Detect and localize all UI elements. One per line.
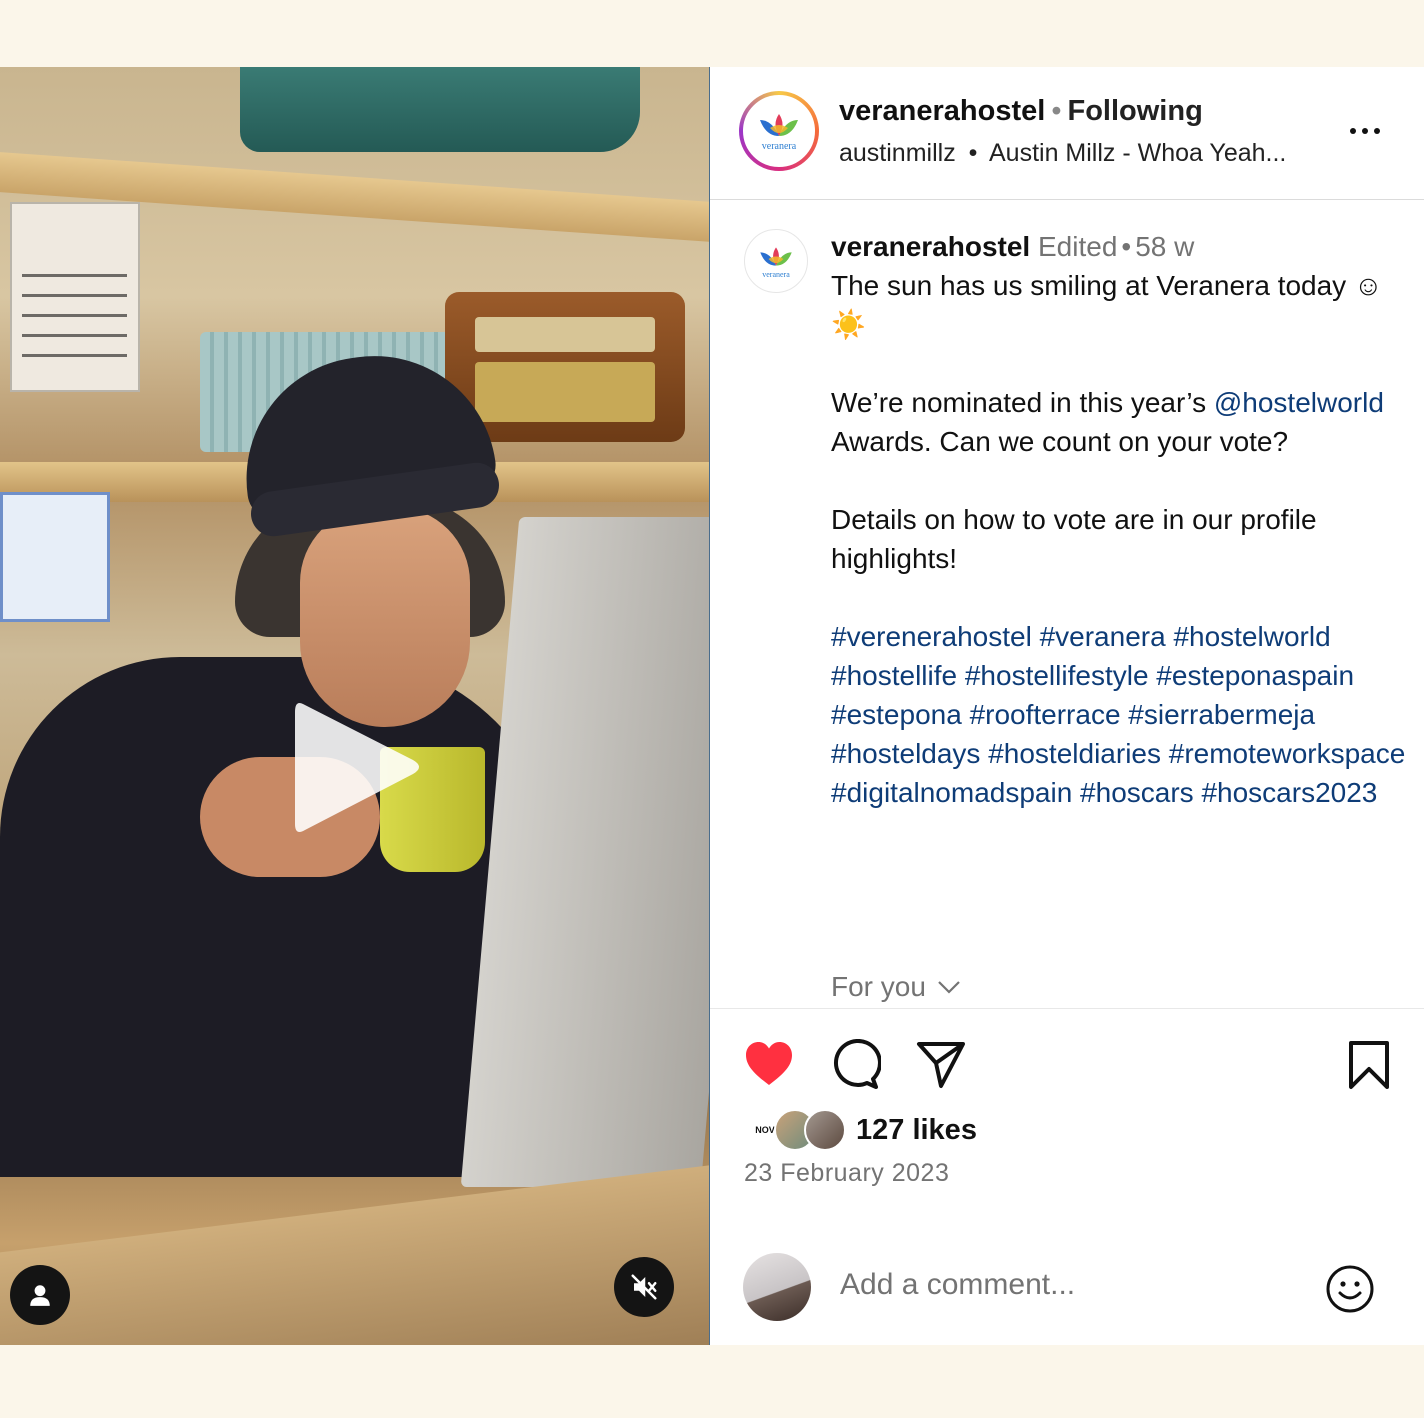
- audio-track-link[interactable]: Austin Millz - Whoa Yeah...: [989, 139, 1286, 167]
- header-title: veranerahostel • Following: [839, 95, 1203, 128]
- instagram-post: veranera veranerahostel • Following austin…: [0, 67, 1424, 1345]
- veranera-logo-icon: [760, 114, 798, 136]
- audio-attribution: austinmillz • Austin Millz - Whoa Yeah..…: [839, 139, 1286, 168]
- tagged-users-button[interactable]: [10, 1265, 70, 1325]
- post-actions: NOV 127 likes 23 February 2023: [710, 1009, 1424, 1345]
- caption-dot: •: [1121, 231, 1132, 262]
- caption-line-2: We’re nominated in this year’s @hostelwo…: [831, 383, 1406, 461]
- liker-avatar: [804, 1109, 846, 1151]
- post-header: veranera veranerahostel • Following austin…: [710, 67, 1424, 200]
- smiley-icon[interactable]: [1324, 1263, 1376, 1315]
- comment-bar: [710, 1249, 1424, 1345]
- separator: •: [1051, 95, 1062, 127]
- post-age[interactable]: 58 w: [1135, 231, 1194, 262]
- post-details-panel: veranera veranerahostel • Following austin…: [710, 67, 1424, 1345]
- caption-line-3: Details on how to vote are in our profil…: [831, 504, 1317, 574]
- bookmark-icon[interactable]: [1343, 1039, 1395, 1091]
- mute-toggle-button[interactable]: [614, 1257, 674, 1317]
- user-icon: [30, 1285, 50, 1306]
- username-link[interactable]: veranerahostel: [839, 95, 1045, 127]
- veranera-logo-icon: [760, 246, 792, 266]
- heart-filled-icon[interactable]: [743, 1039, 795, 1091]
- comment-input[interactable]: [840, 1263, 1290, 1307]
- following-button[interactable]: Following: [1067, 95, 1202, 127]
- chevron-down-icon: [938, 981, 960, 994]
- for-you-toggle[interactable]: For you: [831, 971, 962, 1003]
- caption-line-2-start: We’re nominated in this year’s: [831, 387, 1207, 418]
- current-user-avatar: [743, 1253, 811, 1321]
- caption-text: veranerahostel Edited • 58 w The sun has u…: [831, 227, 1406, 812]
- more-horizontal-icon: [1350, 128, 1356, 134]
- logo-text: veranera: [761, 141, 797, 152]
- play-icon[interactable]: [285, 692, 435, 842]
- likes-count[interactable]: 127 likes: [856, 1114, 977, 1147]
- audio-separator: •: [968, 139, 978, 167]
- audio-artist-link[interactable]: austinmillz: [839, 139, 956, 167]
- hashtags[interactable]: #verenerahostel #veranera #hostelworld #…: [831, 617, 1406, 812]
- for-you-label: For you: [831, 971, 926, 1002]
- likes-summary[interactable]: NOV 127 likes: [744, 1109, 977, 1151]
- logo-text: veranera: [762, 269, 790, 279]
- caption-line-1: The sun has us smiling at Veranera today…: [831, 270, 1383, 340]
- more-options-button[interactable]: [1350, 119, 1390, 143]
- post-video[interactable]: [0, 67, 710, 1345]
- post-date: 23 February 2023: [744, 1159, 950, 1187]
- paper-plane-icon[interactable]: [915, 1039, 967, 1091]
- caption-avatar[interactable]: veranera: [744, 229, 808, 293]
- caption-section: veranera veranerahostel Edited • 58 w The …: [710, 201, 1424, 1009]
- edited-label: Edited: [1038, 231, 1118, 262]
- caption-username[interactable]: veranerahostel: [831, 231, 1030, 262]
- speaker-muted-icon: [631, 1274, 657, 1300]
- caption-line-2-end: Awards. Can we count on your vote?: [831, 426, 1289, 457]
- comment-bubble-icon[interactable]: [829, 1039, 881, 1091]
- profile-avatar[interactable]: veranera: [739, 91, 819, 171]
- mention-link[interactable]: @hostelworld: [1214, 387, 1384, 418]
